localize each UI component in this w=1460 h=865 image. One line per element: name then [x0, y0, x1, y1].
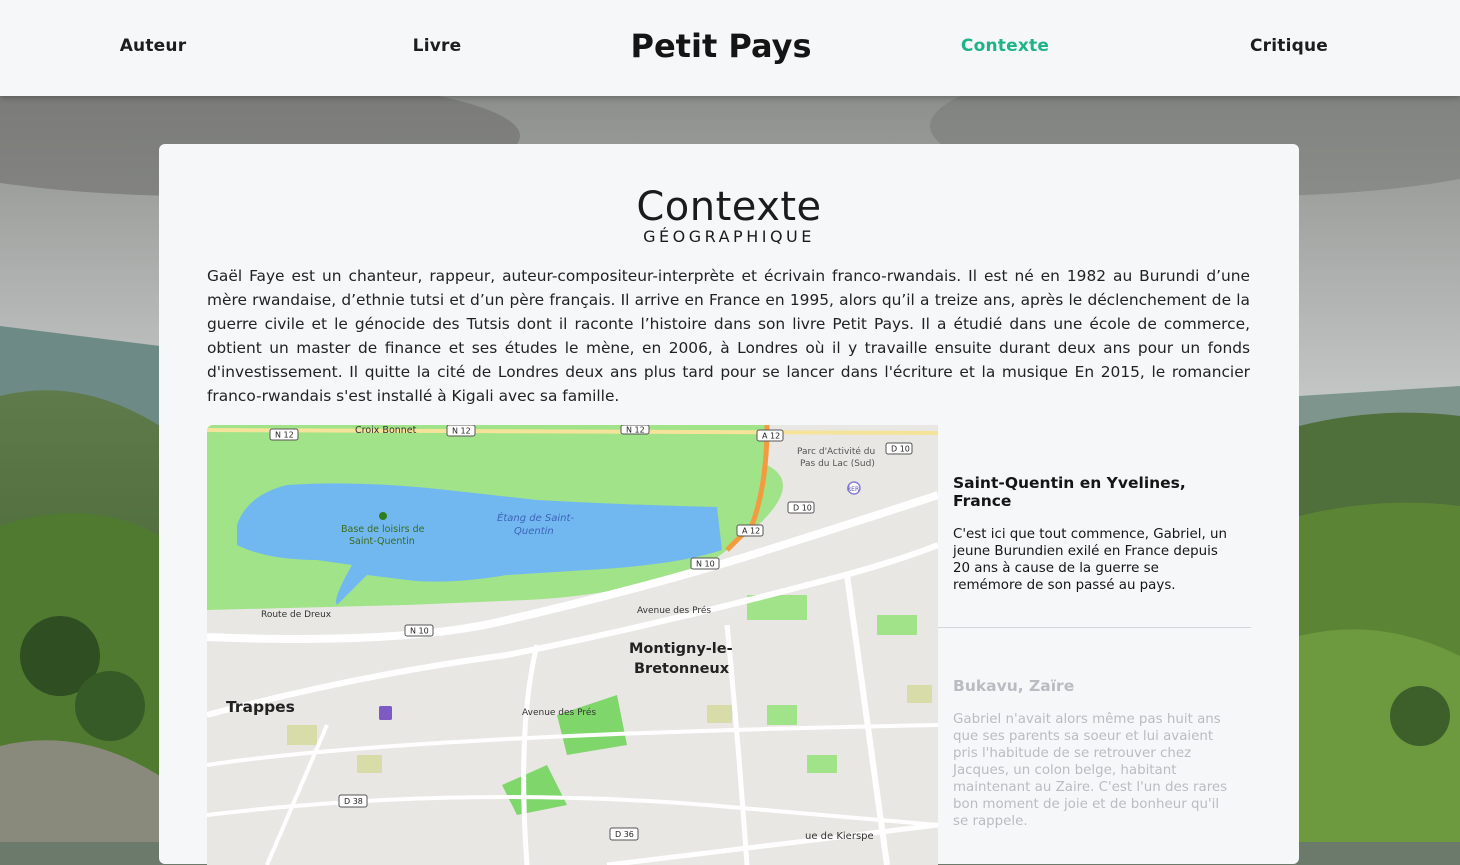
map-label-montigny-2: Bretonneux [634, 661, 730, 677]
places-divider [938, 627, 1251, 628]
location-map[interactable]: Croix Bonnet Parc d'Activité du Pas du L… [207, 425, 938, 865]
map-label-avenue-pres-2: Avenue des Prés [522, 707, 596, 718]
intro-paragraph: Gaël Faye est un chanteur, rappeur, aute… [207, 267, 1250, 405]
top-navigation-bar: Auteur Livre Petit Pays Contexte Critiqu… [0, 0, 1460, 96]
site-brand-title[interactable]: Petit Pays [631, 27, 812, 65]
place-item-saint-quentin[interactable]: Saint-Quentin en Yvelines, France C'est … [938, 474, 1251, 594]
map-label-parc-1: Parc d'Activité du [797, 446, 875, 457]
map-label-etang-1: Étang de Saint- [497, 511, 574, 524]
map-road-d38: D 38 [344, 797, 363, 806]
map-road-n12-b: N 12 [452, 427, 471, 436]
section-subtitle: GÉOGRAPHIQUE [643, 227, 815, 246]
map-label-montigny-1: Montigny-le- [629, 641, 733, 657]
map-label-avenue-pres-1: Avenue des Prés [637, 605, 711, 616]
nav-item-auteur[interactable]: Auteur [120, 36, 187, 56]
place-description: Gabriel n'avait alors même pas huit ans … [953, 712, 1228, 829]
map-rer-marker: RER [847, 486, 859, 493]
map-label-parc-2: Pas du Lac (Sud) [800, 459, 875, 469]
place-name: Bukavu, Zaïre [953, 677, 1075, 695]
map-label-base-1: Base de loisirs de [341, 524, 425, 535]
map-road-d36: D 36 [615, 830, 634, 839]
section-title: Contexte [636, 184, 822, 230]
map-label-base-2: Saint-Quentin [349, 536, 415, 547]
place-name: Saint-Quentin en Yvelines, France [953, 474, 1186, 510]
nav-item-livre[interactable]: Livre [413, 36, 462, 56]
map-label-croix-bonnet: Croix Bonnet [355, 425, 417, 436]
content-card: Contexte GÉOGRAPHIQUE Gaël Faye est un c… [159, 144, 1299, 865]
nav-item-contexte[interactable]: Contexte [961, 36, 1049, 56]
nav-item-critique[interactable]: Critique [1250, 36, 1328, 56]
map-road-d10-a: D 10 [891, 445, 910, 454]
map-road-n10-b: N 10 [410, 627, 429, 636]
map-road-n10-a: N 10 [696, 560, 715, 569]
map-road-a12-b: A 12 [742, 527, 760, 536]
map-road-d10-b: D 10 [793, 504, 812, 513]
place-description: C'est ici que tout commence, Gabriel, un… [953, 527, 1227, 593]
map-road-a12-a: A 12 [762, 432, 780, 441]
map-label-etang-2: Quentin [514, 526, 554, 537]
map-label-route-dreux: Route de Dreux [261, 610, 332, 620]
map-label-trappes: Trappes [226, 698, 295, 716]
place-item-bukavu[interactable]: Bukavu, Zaïre Gabriel n'avait alors même… [938, 677, 1251, 830]
map-road-n12-a: N 12 [275, 431, 294, 440]
train-station-icon [379, 706, 392, 720]
map-label-kierspe: ue de Kierspe [805, 831, 874, 842]
map-road-n12-c: N 12 [626, 426, 645, 435]
